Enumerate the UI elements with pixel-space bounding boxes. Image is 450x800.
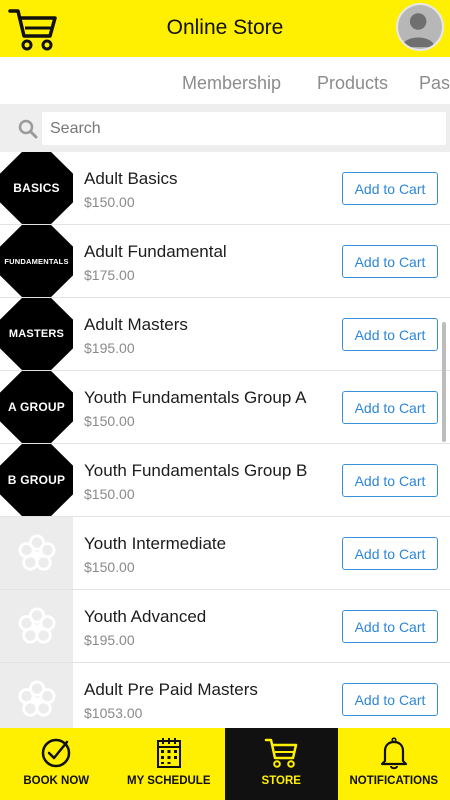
nav-notifications[interactable]: NOTIFICATIONS: [338, 728, 450, 800]
add-to-cart-button[interactable]: Add to Cart: [342, 683, 438, 716]
scrollbar[interactable]: [442, 322, 446, 442]
add-to-cart-button[interactable]: Add to Cart: [342, 464, 438, 497]
search-icon: [18, 119, 38, 139]
product-name: Adult Pre Paid Masters: [84, 680, 258, 699]
product-badge: A GROUP: [0, 371, 73, 443]
page-title: Online Store: [166, 16, 284, 39]
placeholder-image: [0, 663, 73, 728]
list-item: Adult Pre Paid Masters $1053.00 Add to C…: [0, 663, 450, 728]
list-item: B GROUP Youth Fundamentals Group B $150.…: [0, 444, 450, 517]
list-item: Youth Intermediate $150.00 Add to Cart: [0, 517, 450, 590]
product-price: $150.00: [84, 486, 135, 502]
product-name: Youth Intermediate: [84, 534, 227, 553]
list-item: FUNDAMENTALS Adult Fundamental $175.00 A…: [0, 225, 450, 298]
flower-logo-icon: [17, 607, 56, 644]
product-list[interactable]: BASICS Adult Basics $150.00 Add to Cart …: [0, 152, 450, 728]
category-tabs: Membership Products Pass: [0, 57, 450, 104]
flower-logo-icon: [17, 680, 56, 717]
placeholder-image: [0, 517, 73, 589]
product-name: Adult Basics: [84, 169, 178, 188]
add-to-cart-button[interactable]: Add to Cart: [342, 537, 438, 570]
product-price: $150.00: [84, 194, 135, 210]
nav-book-now[interactable]: BOOK NOW: [0, 728, 113, 800]
placeholder-image: [0, 590, 73, 662]
product-price: $1053.00: [84, 705, 143, 721]
nav-label: BOOK NOW: [23, 775, 90, 787]
tab-membership[interactable]: Membership: [182, 73, 281, 94]
bell-icon: [380, 737, 407, 770]
nav-my-schedule[interactable]: MY SCHEDULE: [113, 728, 226, 800]
add-to-cart-button[interactable]: Add to Cart: [342, 391, 438, 424]
list-item: A GROUP Youth Fundamentals Group A $150.…: [0, 371, 450, 444]
check-circle-icon: [42, 738, 71, 768]
product-badge: MASTERS: [0, 298, 73, 370]
product-badge: BASICS: [0, 152, 73, 224]
search-input[interactable]: [42, 112, 446, 145]
list-item: MASTERS Adult Masters $195.00 Add to Car…: [0, 298, 450, 371]
product-price: $150.00: [84, 559, 135, 575]
product-badge: B GROUP: [0, 444, 73, 516]
nav-label: MY SCHEDULE: [127, 775, 211, 787]
avatar[interactable]: [396, 3, 444, 51]
product-price: $150.00: [84, 413, 135, 429]
calendar-icon: [156, 738, 181, 768]
nav-store[interactable]: STORE: [225, 728, 338, 800]
product-name: Youth Advanced: [84, 607, 207, 626]
product-price: $195.00: [84, 340, 135, 356]
user-icon: [401, 13, 435, 48]
nav-label: NOTIFICATIONS: [349, 775, 439, 787]
tab-pass[interactable]: Pass: [419, 73, 450, 94]
product-name: Adult Fundamental: [84, 242, 227, 261]
list-item: Youth Advanced $195.00 Add to Cart: [0, 590, 450, 663]
product-name: Adult Masters: [84, 315, 188, 334]
bottom-navigation: BOOK NOW MY SCHEDULE STORE NOTIFICATIONS: [0, 728, 450, 800]
cart-icon: [265, 738, 298, 768]
product-badge: FUNDAMENTALS: [0, 225, 73, 297]
product-price: $195.00: [84, 632, 135, 648]
product-price: $175.00: [84, 267, 135, 283]
add-to-cart-button[interactable]: Add to Cart: [342, 318, 438, 351]
product-name: Youth Fundamentals Group B: [84, 461, 308, 480]
list-item: BASICS Adult Basics $150.00 Add to Cart: [0, 152, 450, 225]
add-to-cart-button[interactable]: Add to Cart: [342, 245, 438, 278]
add-to-cart-button[interactable]: Add to Cart: [342, 610, 438, 643]
nav-label: STORE: [261, 775, 301, 787]
flower-logo-icon: [17, 534, 56, 571]
app-header: Online Store: [0, 0, 450, 57]
add-to-cart-button[interactable]: Add to Cart: [342, 172, 438, 205]
tab-products[interactable]: Products: [317, 73, 388, 94]
product-name: Youth Fundamentals Group A: [84, 388, 307, 407]
search-bar: [0, 104, 450, 152]
